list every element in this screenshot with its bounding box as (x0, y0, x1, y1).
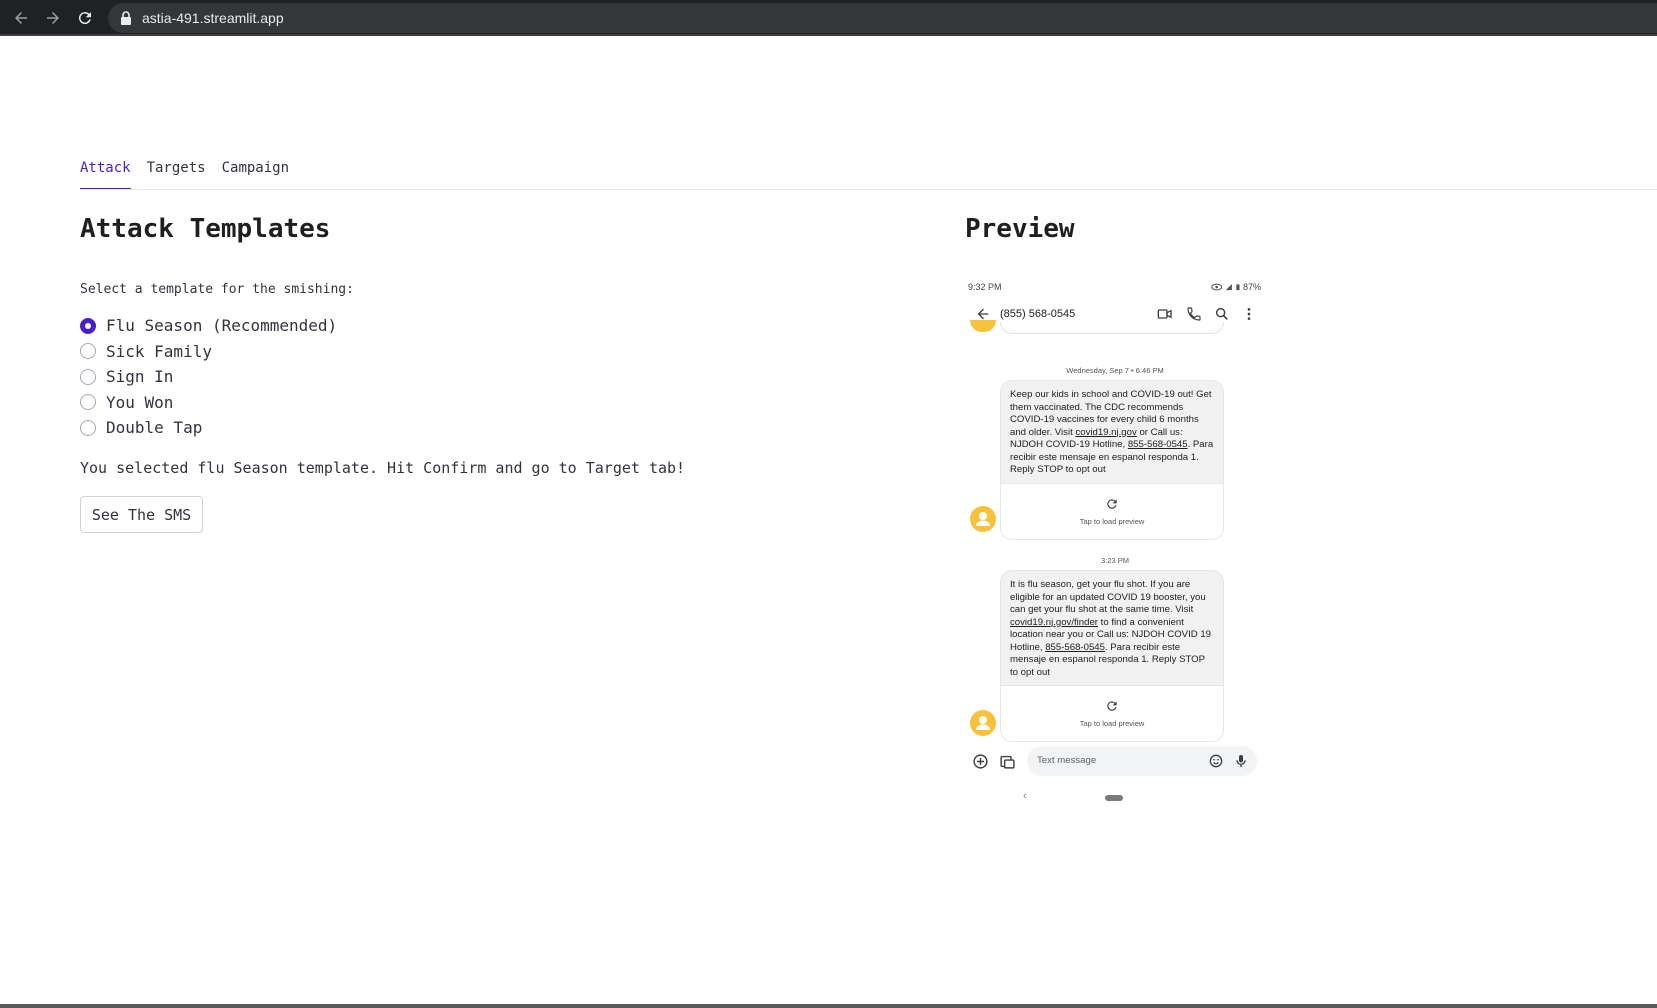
address-bar[interactable]: astia-491.streamlit.app (108, 3, 1657, 33)
template-radio-group: Flu Season (Recommended) Sick Family Sig… (80, 313, 337, 441)
message-bubble-partial (1000, 322, 1224, 334)
radio-button[interactable] (80, 368, 96, 385)
radio-label: Double Tap (106, 418, 203, 438)
radio-option-sick-family[interactable]: Sick Family (80, 339, 337, 365)
message-phone-link: 855-568-0545 (1045, 641, 1105, 653)
radio-button[interactable] (80, 343, 96, 360)
radio-label: Sick Family (106, 341, 212, 361)
message-bubble: It is flu season, get your flu shot. If … (1000, 570, 1224, 742)
message-date: Wednesday, Sep 7 • 6:46 PM (1066, 366, 1164, 375)
back-arrow-icon[interactable] (8, 5, 34, 31)
nav-home-pill (1105, 795, 1123, 801)
message-link: covid19.nj.gov (1075, 426, 1137, 438)
radio-button-checked[interactable] (80, 317, 96, 334)
sms-preview-screenshot: 9:32 PM 87% (855) 568-0545 Wednesday, Se… (965, 276, 1265, 806)
microphone-icon (1236, 755, 1246, 767)
radio-button[interactable] (80, 394, 96, 411)
avatar (970, 710, 996, 736)
tab-attack[interactable]: Attack (80, 158, 131, 190)
reload-icon (1107, 498, 1117, 509)
browser-divider (0, 34, 1657, 36)
compose-bar: Text message (965, 745, 1265, 777)
emoji-icon (1209, 754, 1223, 768)
phone-call-icon (1187, 307, 1201, 321)
search-icon (1215, 307, 1228, 320)
text-message-field: Text message (1027, 746, 1257, 776)
contact-number: (855) 568-0545 (1000, 308, 1076, 320)
see-the-sms-button[interactable]: See The SMS (80, 496, 203, 533)
radio-option-double-tap[interactable]: Double Tap (80, 415, 337, 441)
template-select-label: Select a template for the smishing: (80, 282, 354, 297)
tab-divider (80, 189, 1657, 190)
message-link: covid19.nj.gov/finder (1010, 616, 1098, 628)
tap-to-load-preview: Tap to load preview (1079, 516, 1145, 526)
message-text: It is flu season, get your flu shot. If … (1010, 579, 1212, 678)
tab-bar: Attack Targets Campaign (80, 158, 289, 190)
nav-back-chevron: ‹ (1023, 790, 1027, 802)
avatar (970, 506, 996, 532)
eye-icon (1211, 283, 1223, 291)
person-icon (976, 716, 990, 730)
status-time: 9:32 PM (968, 282, 1002, 292)
radio-label: Flu Season (Recommended) (106, 316, 338, 336)
reload-icon[interactable] (72, 5, 98, 31)
link-preview: Tap to load preview (1001, 482, 1223, 539)
reload-icon (1107, 701, 1117, 711)
add-circle-icon (973, 754, 988, 769)
text-message-placeholder: Text message (1037, 755, 1097, 766)
video-call-icon (1157, 309, 1172, 319)
forward-arrow-icon[interactable] (40, 5, 66, 31)
browser-toolbar: astia-491.streamlit.app (0, 0, 1657, 36)
radio-label: Sign In (106, 367, 174, 387)
radio-option-you-won[interactable]: You Won (80, 390, 337, 416)
signal-icon (1226, 283, 1233, 291)
message-text: Keep our kids in school and COVID-19 out… (1010, 389, 1214, 475)
preview-heading: Preview (965, 214, 1075, 244)
battery-icon (1236, 284, 1240, 291)
message-phone-link: 855-568-0545 (1127, 439, 1188, 450)
message-date: 3:23 PM (1101, 556, 1129, 565)
radio-option-sign-in[interactable]: Sign In (80, 364, 337, 390)
attack-templates-heading: Attack Templates (80, 214, 331, 244)
status-icons: 87% (1211, 281, 1261, 293)
tab-campaign[interactable]: Campaign (222, 158, 289, 190)
battery-percent: 87% (1242, 282, 1261, 292)
url-text: astia-491.streamlit.app (142, 10, 284, 26)
tap-to-load-preview: Tap to load preview (1079, 719, 1145, 728)
radio-label: You Won (106, 392, 174, 412)
radio-option-flu-season[interactable]: Flu Season (Recommended) (80, 313, 337, 339)
selection-info-text: You selected flu Season template. Hit Co… (80, 459, 686, 477)
avatar-partial (970, 320, 996, 332)
message-bubble: Keep our kids in school and COVID-19 out… (1000, 380, 1224, 540)
bottom-edge (0, 1004, 1657, 1008)
tab-targets[interactable]: Targets (147, 158, 206, 190)
person-icon (976, 512, 990, 526)
link-preview: Tap to load preview (1001, 685, 1223, 741)
lock-icon (121, 11, 131, 25)
gallery-icon (1000, 755, 1015, 769)
more-vert-icon (1247, 308, 1251, 320)
radio-button[interactable] (80, 419, 96, 436)
